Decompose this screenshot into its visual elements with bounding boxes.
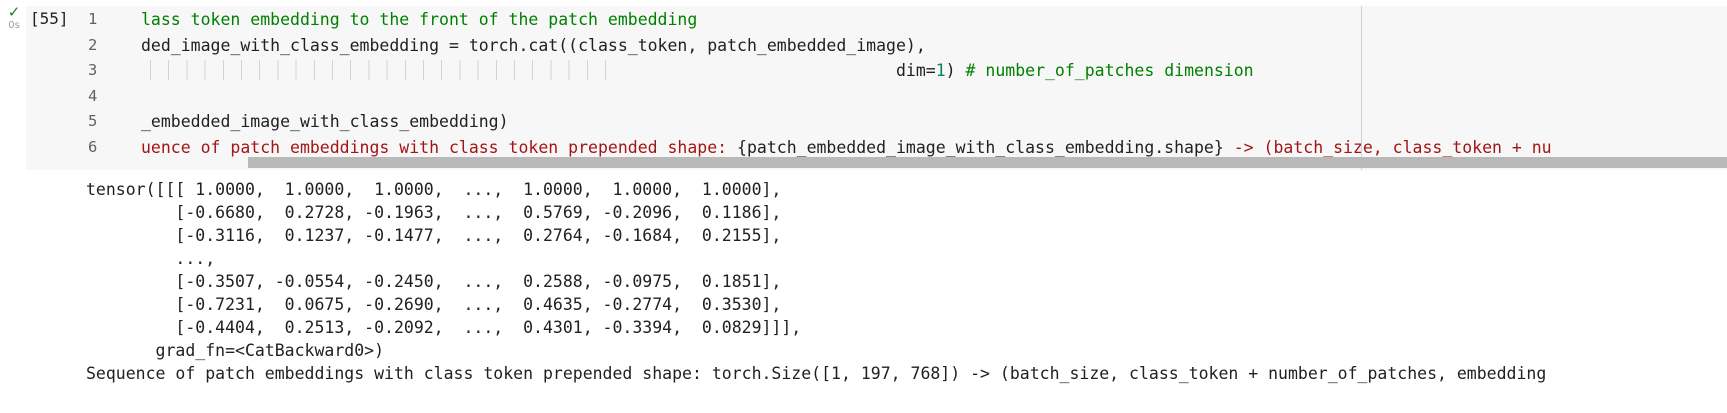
output-line: [-0.7231, 0.0675, -0.2690, ..., 0.4635, … [86, 295, 782, 314]
code-text: ded_image_with_class_embedding = torch.c… [141, 33, 926, 59]
line-number: 5 [88, 112, 98, 130]
code-text: lass token embedding to the front of the… [141, 7, 697, 33]
code-line[interactable]: 3 dim=1) # number_of_patches dimension [26, 58, 1727, 84]
code-text: _embedded_image_with_class_embedding) [141, 109, 509, 135]
code-token: ) [945, 61, 966, 80]
horizontal-scrollbar[interactable] [248, 157, 1727, 168]
output-line: [-0.6680, 0.2728, -0.1963, ..., 0.5769, … [86, 203, 782, 222]
code-line[interactable]: 1 lass token embedding to the front of th… [26, 7, 1727, 33]
line-number: 3 [88, 61, 98, 79]
code-line[interactable]: 4 [26, 84, 1727, 110]
code-token: 1 [935, 61, 946, 80]
code-token: lass token embedding to the front of the… [141, 10, 698, 29]
code-token: _embedded_image_with_class_embedding) [141, 112, 509, 131]
code-token: dim= [141, 61, 936, 80]
output-line: ..., [86, 249, 216, 268]
code-line[interactable]: 5 _embedded_image_with_class_embedding) [26, 109, 1727, 135]
code-token: ded_image_with_class_embedding = torch.c… [141, 35, 926, 55]
code-token: uence of patch embeddings with class tok… [141, 137, 738, 157]
output-line: [-0.3507, -0.0554, -0.2450, ..., 0.2588,… [86, 272, 782, 291]
check-icon: ✓ [7, 3, 21, 21]
code-token: {patch_embedded_image_with_class_embeddi… [737, 137, 1224, 157]
output-line: [-0.4404, 0.2513, -0.2092, ..., 0.4301, … [86, 318, 802, 337]
code-token: -> (batch_size, class_token + nu [1223, 137, 1552, 157]
code-token: # number_of_patches dimension [965, 61, 1254, 80]
output-line: tensor([[[ 1.0000, 1.0000, 1.0000, ..., … [86, 180, 782, 199]
line-number: 1 [88, 10, 98, 28]
cell-output: tensor([[[ 1.0000, 1.0000, 1.0000, ..., … [86, 178, 1546, 385]
output-line: Sequence of patch embeddings with class … [86, 364, 1547, 383]
code-line[interactable]: 2 ded_image_with_class_embedding = torch.… [26, 33, 1727, 59]
editor-ruler [1361, 6, 1362, 170]
line-number: 4 [88, 86, 98, 105]
line-number: 6 [88, 137, 98, 156]
code-editor[interactable]: 1 lass token embedding to the front of th… [26, 7, 1727, 160]
code-text: dim=1) # number_of_patches dimension [141, 58, 1254, 84]
output-line: grad_fn=<CatBackward0>) [86, 341, 385, 360]
run-status[interactable]: ✓ 0s [4, 4, 24, 32]
line-number: 2 [88, 35, 98, 54]
output-line: [-0.3116, 0.1237, -0.1477, ..., 0.2764, … [86, 226, 782, 245]
run-time: 0s [8, 20, 20, 31]
